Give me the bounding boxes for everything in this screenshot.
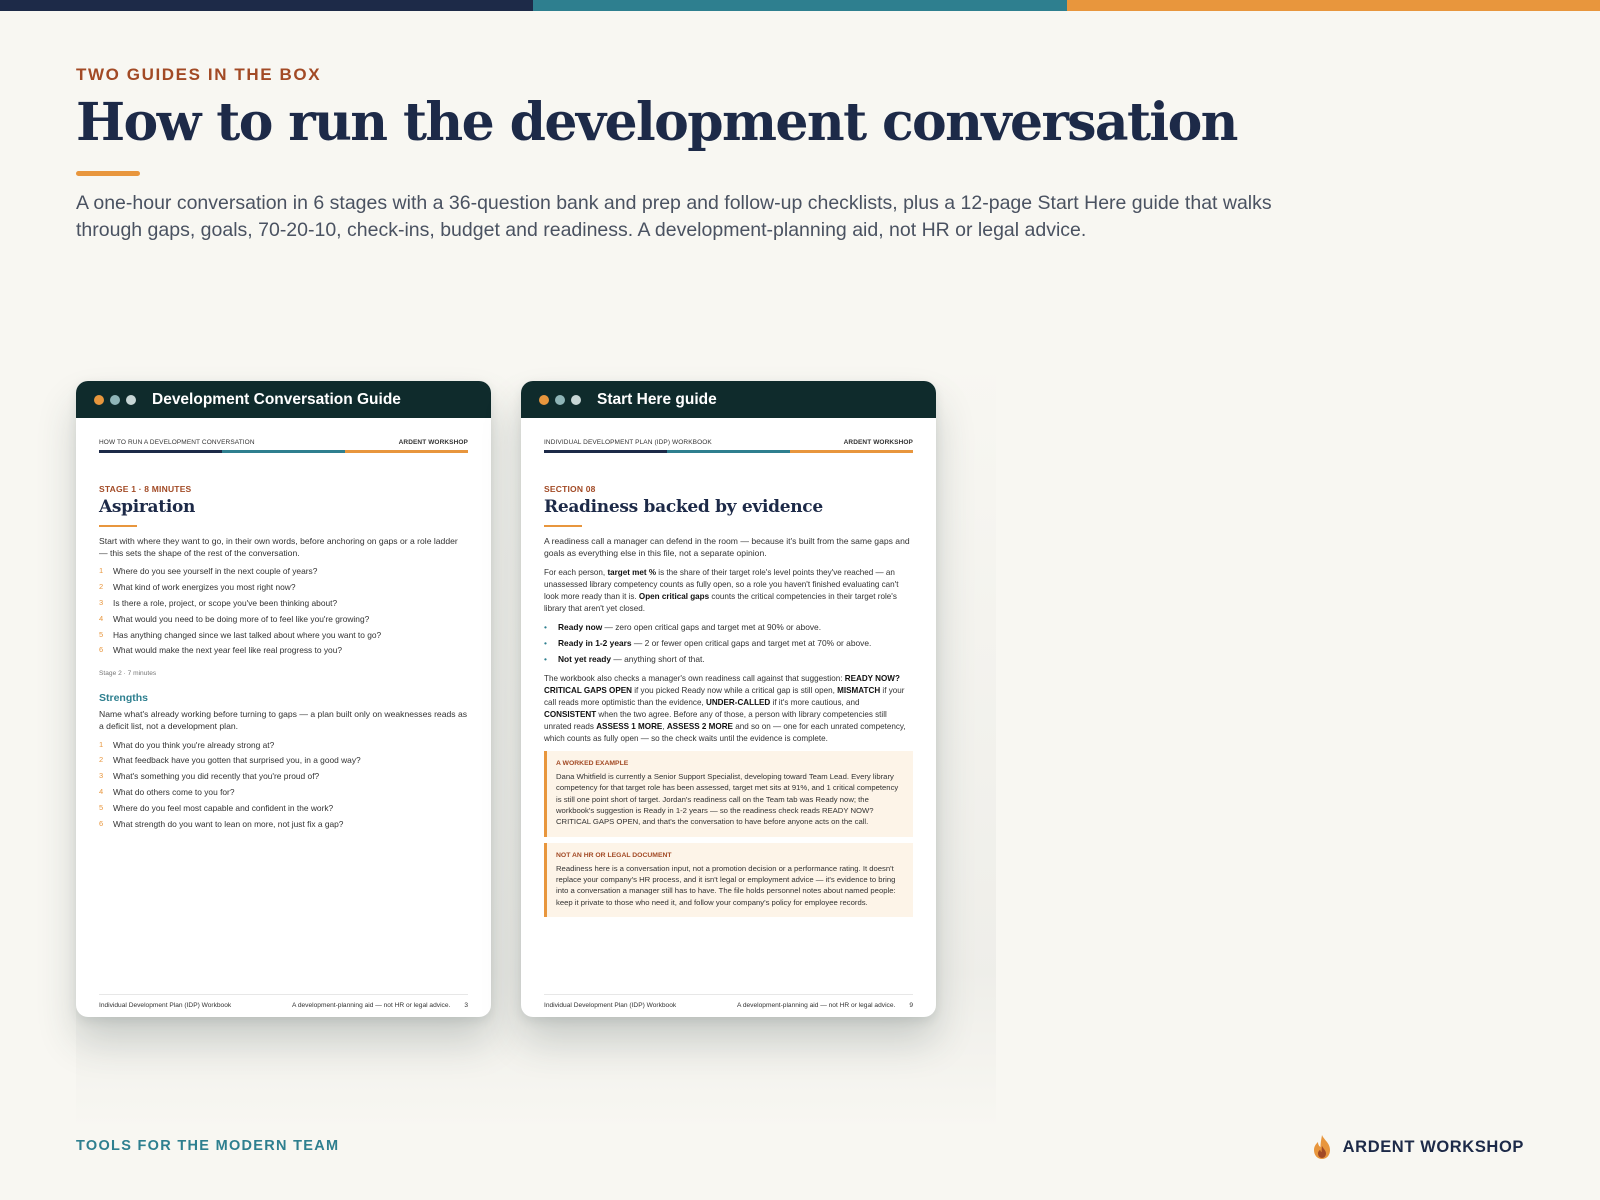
doc-header-rule — [99, 450, 468, 453]
list-item: 6 What strength do you want to lean on mo… — [99, 818, 344, 829]
list-item: 5 Where do you feel most capable and conf… — [99, 802, 334, 813]
doc-header-left: HOW TO RUN A DEVELOPMENT CONVERSATION — [99, 439, 255, 446]
question-list: 1 Where do you see yourself in the next c… — [99, 566, 468, 661]
eyebrow: TWO GUIDES IN THE BOX — [76, 65, 322, 84]
readiness-check-paragraph: The workbook also checks a manager's own… — [544, 674, 906, 744]
callout-label: A WORKED EXAMPLE — [556, 760, 629, 768]
list-item: 4 What would you need to be doing more of… — [99, 613, 370, 624]
doc-running-header: INDIVIDUAL DEVELOPMENT PLAN (IDP) WORKBO… — [544, 439, 913, 446]
top-color-bar — [0, 0, 1600, 11]
doc-footer: Individual Development Plan (IDP) Workbo… — [544, 994, 913, 1009]
section-intro: Start with where they want to go, in the… — [99, 536, 458, 559]
list-item: 3 What's something you did recently that … — [99, 771, 320, 782]
list-item: 2 What kind of work energizes you most ri… — [99, 582, 296, 593]
top-bar-orange — [1066, 0, 1600, 11]
list-item: Ready in 1-2 years — 2 or fewer open cri… — [544, 638, 913, 654]
section-underline — [99, 525, 137, 527]
section-label: SECTION 08 — [544, 484, 596, 494]
stage2-title: Strengths — [99, 692, 149, 705]
doc-page-number: 9 — [909, 1002, 913, 1009]
doc-footer-disclaimer: A development-planning aid — not HR or l… — [291, 1002, 451, 1009]
doc-header-right: ARDENT WORKSHOP — [843, 439, 913, 446]
window-dot — [110, 394, 120, 405]
list-item: 3 Is there a role, project, or scope you'… — [99, 598, 338, 608]
question-list: 1 What do you think you're already strong… — [99, 740, 468, 835]
section-title: Readiness backed by evidence — [544, 497, 823, 517]
top-bar-navy — [0, 0, 534, 11]
window-dot-orange — [539, 394, 549, 405]
document-page: INDIVIDUAL DEVELOPMENT PLAN (IDP) WORKBO… — [544, 439, 913, 1017]
window-title: Start Here guide — [597, 390, 717, 408]
footer-tagline: TOOLS FOR THE MODERN TEAM — [76, 1138, 340, 1154]
readiness-levels-list: Ready now — zero open critical gaps and … — [544, 622, 913, 669]
stage2-intro: Name what's already working before turni… — [99, 709, 468, 732]
document-page: HOW TO RUN A DEVELOPMENT CONVERSATION AR… — [99, 439, 468, 1017]
list-item: 4 What do others come to you for? — [99, 786, 235, 797]
doc-running-header: HOW TO RUN A DEVELOPMENT CONVERSATION AR… — [99, 439, 468, 446]
stage-label: STAGE 1 · 8 MINUTES — [99, 484, 192, 494]
section-intro: A readiness call a manager can defend in… — [544, 536, 910, 559]
stage2-label: Stage 2 · 7 minutes — [99, 670, 157, 678]
window-titlebar: Start Here guide — [521, 381, 936, 418]
conversation-guide-preview: Development Conversation Guide HOW TO RU… — [76, 381, 491, 1017]
flame-logo-icon — [1313, 1135, 1330, 1159]
top-bar-teal — [533, 0, 1067, 11]
list-item: Not yet ready — anything short of that. — [544, 654, 913, 670]
section-title: Aspiration — [99, 497, 196, 517]
callout-body: Readiness here is a conversation input, … — [556, 863, 896, 907]
doc-header-left: INDIVIDUAL DEVELOPMENT PLAN (IDP) WORKBO… — [544, 439, 712, 446]
doc-footer: Individual Development Plan (IDP) Workbo… — [99, 994, 468, 1009]
list-item: 1 Where do you see yourself in the next c… — [99, 566, 318, 577]
doc-footer-left: Individual Development Plan (IDP) Workbo… — [99, 1002, 232, 1009]
title-underline — [76, 171, 140, 176]
list-item: 1 What do you think you're already strong… — [99, 739, 275, 750]
target-met-paragraph: For each person, target met % is the sha… — [544, 568, 899, 614]
list-item: 2 What feedback have you gotten that surp… — [99, 755, 361, 766]
list-item: 5 Has anything changed since we last talk… — [99, 629, 382, 640]
window-dot — [555, 394, 565, 405]
window-dot — [126, 394, 136, 405]
doc-footer-disclaimer: A development-planning aid — not HR or l… — [736, 1002, 896, 1009]
list-item: 6 What would make the next year feel like… — [99, 645, 343, 656]
doc-footer-left: Individual Development Plan (IDP) Workbo… — [544, 1002, 677, 1009]
worked-example-callout: A WORKED EXAMPLE Dana Whitfield is curre… — [544, 751, 913, 837]
list-item: Ready now — zero open critical gaps and … — [544, 622, 913, 638]
window-dot — [571, 394, 581, 405]
disclaimer-callout: NOT AN HR OR LEGAL DOCUMENT Readiness he… — [544, 842, 913, 917]
window-dot-orange — [94, 394, 104, 405]
callout-body: Dana Whitfield is currently a Senior Sup… — [556, 772, 899, 827]
doc-header-rule — [544, 450, 913, 453]
callout-label: NOT AN HR OR LEGAL DOCUMENT — [556, 851, 672, 859]
page-title: How to run the development conversation — [76, 92, 1238, 153]
section-underline — [544, 525, 582, 527]
footer-brand: ARDENT WORKSHOP — [1311, 1134, 1524, 1160]
brand-wordmark: ARDENT WORKSHOP — [1342, 1137, 1524, 1156]
start-here-guide-preview: Start Here guide INDIVIDUAL DEVELOPMENT … — [521, 381, 936, 1017]
doc-header-right: ARDENT WORKSHOP — [398, 439, 468, 446]
window-titlebar: Development Conversation Guide — [76, 381, 491, 418]
doc-page-number: 3 — [464, 1002, 468, 1009]
lede: A one-hour conversation in 6 stages with… — [76, 192, 1272, 241]
window-title: Development Conversation Guide — [152, 390, 401, 408]
